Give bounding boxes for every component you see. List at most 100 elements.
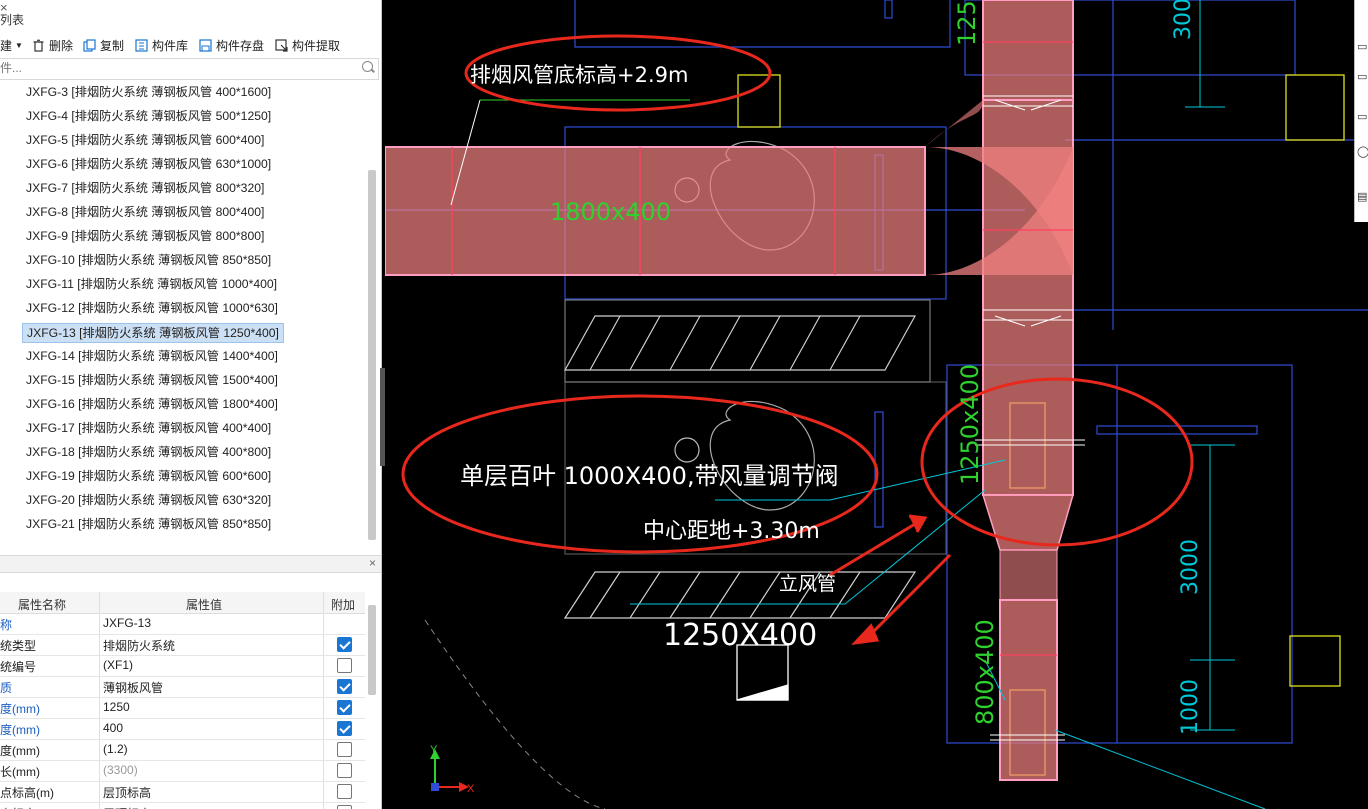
- extra-checkbox[interactable]: [337, 658, 352, 673]
- extra-checkbox[interactable]: [337, 721, 352, 736]
- list-item-selected[interactable]: JXFG-13 [排烟防火系统 薄钢板风管 1250*400]: [22, 323, 284, 343]
- new-component-button[interactable]: 建 ▼: [0, 37, 23, 54]
- extra-checkbox[interactable]: [337, 784, 352, 799]
- property-value[interactable]: (3300): [103, 763, 323, 777]
- trash-icon: [32, 39, 45, 52]
- dimension-top: 300: [1171, 0, 1196, 40]
- component-extract-button[interactable]: 构件提取: [275, 37, 340, 54]
- property-name: 统编号: [0, 660, 37, 674]
- extract-label: 构件提取: [292, 39, 341, 53]
- search-input[interactable]: [0, 60, 350, 76]
- delete-label: 删除: [49, 39, 74, 53]
- dimension-bottom: 1000: [1178, 679, 1203, 735]
- property-row[interactable]: 称 JXFG-13: [0, 613, 365, 635]
- list-item[interactable]: JXFG-18 [排烟防火系统 薄钢板风管 400*800]: [22, 442, 275, 462]
- property-value[interactable]: 层顶标高: [103, 805, 323, 809]
- list-item[interactable]: JXFG-21 [排烟防火系统 薄钢板风管 850*850]: [22, 514, 275, 534]
- property-value[interactable]: 400: [103, 721, 323, 735]
- property-row[interactable]: 度(mm) 400: [0, 718, 365, 740]
- tool-icon[interactable]: ◯: [1357, 145, 1368, 158]
- extra-checkbox[interactable]: [337, 679, 352, 694]
- list-item[interactable]: JXFG-7 [排烟防火系统 薄钢板风管 800*320]: [22, 178, 268, 198]
- property-value[interactable]: (XF1): [103, 658, 323, 672]
- list-item[interactable]: JXFG-20 [排烟防火系统 薄钢板风管 630*320]: [22, 490, 275, 510]
- copy-label: 复制: [100, 39, 125, 53]
- riser-note: 立风管: [779, 573, 836, 595]
- x-axis-label: X: [467, 783, 475, 795]
- lower-duct-label: 800x400: [971, 619, 999, 725]
- list-item[interactable]: JXFG-3 [排烟防火系统 薄钢板风管 400*1600]: [22, 82, 275, 102]
- component-list: JXFG-3 [排烟防火系统 薄钢板风管 400*1600] JXFG-4 [排…: [0, 80, 366, 550]
- property-row[interactable]: 统类型 排烟防火系统: [0, 634, 365, 656]
- property-row[interactable]: 度(mm) 1250: [0, 697, 365, 719]
- list-item[interactable]: JXFG-6 [排烟防火系统 薄钢板风管 630*1000]: [22, 154, 275, 174]
- tool-icon[interactable]: ▤: [1357, 190, 1367, 203]
- property-row[interactable]: 度(mm) (1.2): [0, 739, 365, 761]
- duct-size-note: 1250X400: [663, 618, 817, 653]
- list-item[interactable]: JXFG-9 [排烟防火系统 薄钢板风管 800*800]: [22, 226, 268, 246]
- property-name: 长(mm): [0, 765, 40, 779]
- save-label: 构件存盘: [216, 39, 265, 53]
- list-item[interactable]: JXFG-5 [排烟防火系统 薄钢板风管 600*400]: [22, 130, 268, 150]
- property-value[interactable]: 层顶标高: [103, 784, 323, 801]
- right-toolbar: ▭ ▭ ▭ ◯ ▤: [1354, 0, 1368, 222]
- extra-checkbox[interactable]: [337, 637, 352, 652]
- property-row[interactable]: 点标高 层顶标高: [0, 802, 365, 809]
- property-name: 统类型: [0, 639, 37, 653]
- copy-button[interactable]: 复制: [83, 37, 124, 54]
- property-name: 度(mm): [0, 702, 40, 716]
- panel-title-bar: 列表 ×: [0, 0, 381, 30]
- property-value[interactable]: JXFG-13: [103, 616, 323, 630]
- tool-icon[interactable]: ▭: [1357, 110, 1367, 123]
- property-value[interactable]: (1.2): [103, 742, 323, 756]
- delete-button[interactable]: 删除: [32, 37, 73, 54]
- list-item[interactable]: JXFG-16 [排烟防火系统 薄钢板风管 1800*400]: [22, 394, 282, 414]
- property-name: 质: [0, 681, 13, 695]
- header-extra: 附加: [331, 598, 356, 612]
- tool-icon[interactable]: ▭: [1357, 40, 1367, 53]
- copy-icon: [83, 39, 96, 52]
- cad-canvas[interactable]: 排烟风管底标高+2.9m 单层百叶 1000X400,带风量调节阀 中心距地+3…: [385, 0, 1368, 809]
- property-name: 点标高: [0, 805, 97, 809]
- property-name: 度(mm): [0, 723, 40, 737]
- list-toolbar: 建 ▼ 删除 复制 构件库 构件存盘 构件提取: [0, 33, 381, 57]
- list-scrollbar[interactable]: [368, 170, 376, 540]
- property-row[interactable]: 统编号 (XF1): [0, 655, 365, 677]
- property-value[interactable]: 1250: [103, 700, 323, 714]
- component-library-button[interactable]: 构件库: [135, 37, 188, 54]
- list-item[interactable]: JXFG-17 [排烟防火系统 薄钢板风管 400*400]: [22, 418, 275, 438]
- property-value[interactable]: 排烟防火系统: [103, 637, 323, 654]
- property-row[interactable]: 长(mm) (3300): [0, 760, 365, 782]
- component-list-panel: 列表 × 建 ▼ 删除 复制 构件库 构件存盘 构件提取 件... JXFG-3…: [0, 0, 382, 809]
- search-icon[interactable]: [362, 61, 373, 72]
- header-property-value: 属性值: [186, 598, 223, 612]
- property-row[interactable]: 点标高(m) 层顶标高: [0, 781, 365, 803]
- list-item[interactable]: JXFG-8 [排烟防火系统 薄钢板风管 800*400]: [22, 202, 268, 222]
- property-value[interactable]: 薄钢板风管: [103, 679, 323, 696]
- list-item[interactable]: JXFG-19 [排烟防火系统 薄钢板风管 600*600]: [22, 466, 275, 486]
- list-item[interactable]: JXFG-4 [排烟防火系统 薄钢板风管 500*1250]: [22, 106, 275, 126]
- property-row[interactable]: 质 薄钢板风管: [0, 676, 365, 698]
- save-icon: [199, 39, 212, 52]
- property-scrollbar[interactable]: [368, 605, 376, 695]
- component-save-button[interactable]: 构件存盘: [199, 37, 264, 54]
- property-name: 点标高(m): [0, 786, 54, 800]
- extra-checkbox[interactable]: [337, 742, 352, 757]
- list-item[interactable]: JXFG-15 [排烟防火系统 薄钢板风管 1500*400]: [22, 370, 282, 390]
- close-icon[interactable]: ×: [0, 0, 377, 15]
- list-item[interactable]: JXFG-12 [排烟防火系统 薄钢板风管 1000*630]: [22, 298, 282, 318]
- horizontal-duct-label: 1800x400: [550, 198, 671, 226]
- extra-checkbox[interactable]: [337, 700, 352, 715]
- list-item[interactable]: JXFG-14 [排烟防火系统 薄钢板风管 1400*400]: [22, 346, 282, 366]
- close-icon[interactable]: ×: [369, 556, 376, 570]
- list-item[interactable]: JXFG-11 [排烟防火系统 薄钢板风管 1000*400]: [22, 274, 281, 294]
- extra-checkbox[interactable]: [337, 763, 352, 778]
- extra-checkbox[interactable]: [337, 805, 352, 809]
- header-property-name: 属性名称: [18, 598, 67, 612]
- property-name: 称: [0, 618, 13, 632]
- dropdown-arrow-icon: ▼: [15, 41, 23, 50]
- panel-splitter[interactable]: ×: [0, 555, 381, 573]
- center-height-note: 中心距地+3.30m: [643, 519, 820, 544]
- tool-icon[interactable]: ▭: [1357, 70, 1367, 83]
- list-item[interactable]: JXFG-10 [排烟防火系统 薄钢板风管 850*850]: [22, 250, 275, 270]
